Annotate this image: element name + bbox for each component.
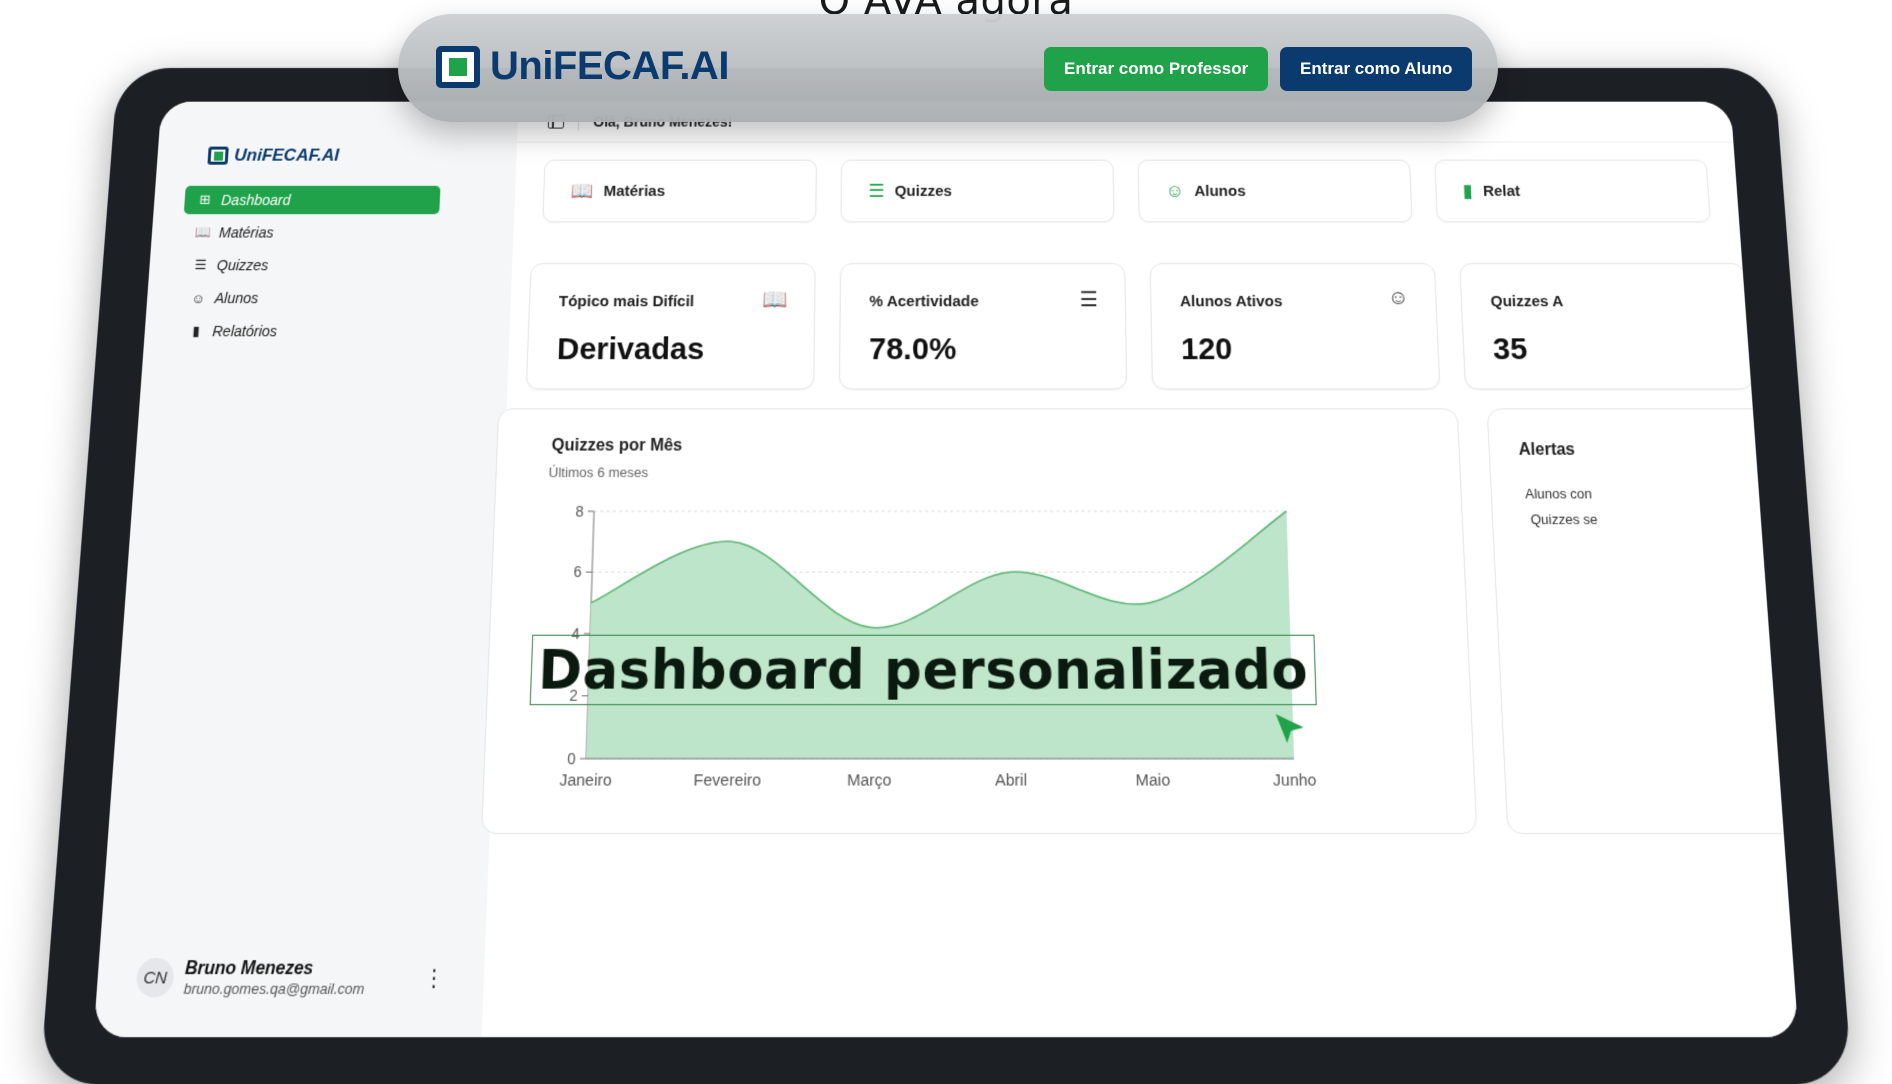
x-tick-label: Junho (1273, 771, 1317, 790)
sidebar-brand: UniFECAF.AI (234, 146, 340, 166)
more-options-icon[interactable]: ⋮ (416, 963, 452, 992)
area-chart: 02468JaneiroFevereiroMarçoAbrilMaioJunho (482, 409, 1478, 835)
login-professor-button[interactable]: Entrar como Professor (1044, 47, 1268, 91)
tab-relatorios[interactable]: ▮ Relat (1434, 160, 1711, 223)
sidebar-item-label: Quizzes (216, 257, 269, 273)
sidebar-item-label: Alunos (214, 290, 259, 306)
stat-value: 78.0% (869, 332, 956, 367)
users-icon: ☺ (1387, 287, 1409, 311)
sidebar-item-materias[interactable]: 📖 Matérias (181, 218, 439, 247)
list-checks-icon: ☰ (868, 180, 884, 201)
stat-value: 120 (1181, 332, 1233, 367)
user-email: bruno.gomes.qa@gmail.com (183, 979, 416, 996)
app-screen: UniFECAF.AI ⊞ Dashboard 📖 Matérias ☰ Qui… (93, 102, 1798, 1037)
sidebar: UniFECAF.AI ⊞ Dashboard 📖 Matérias ☰ Qui… (93, 102, 518, 1037)
bar-chart-icon: ▮ (187, 323, 205, 340)
stat-label: Quizzes A (1490, 293, 1564, 311)
users-icon: ☺ (190, 290, 207, 305)
sidebar-item-quizzes[interactable]: ☰ Quizzes (179, 251, 437, 280)
stat-label: Tópico mais Difícil (558, 293, 694, 311)
sidebar-item-dashboard[interactable]: ⊞ Dashboard (184, 186, 441, 214)
alerts-title: Alertas (1518, 441, 1575, 460)
book-open-icon: 📖 (570, 180, 593, 201)
floating-header: UniFECAF.AI Entrar como Professor Entrar… (398, 14, 1498, 122)
section-tabs: 📖 Matérias ☰ Quizzes ☺ Alunos ▮ Relat (542, 160, 1711, 223)
book-open-icon: 📖 (762, 287, 788, 313)
tab-alunos[interactable]: ☺ Alunos (1138, 160, 1413, 223)
tab-label: Alunos (1194, 182, 1246, 199)
tab-label: Relat (1483, 182, 1521, 199)
stat-card-quizzes: Quizzes A 35 (1459, 263, 1753, 389)
y-tick-label: 6 (573, 563, 582, 580)
brand-logo-icon (436, 46, 480, 88)
y-tick-label: 0 (567, 750, 576, 768)
main-content: Olá, Bruno Menezes! 📖 Matérias ☰ Quizzes… (482, 102, 1799, 1037)
list-checks-icon: ☰ (192, 257, 209, 273)
sidebar-item-label: Dashboard (221, 192, 291, 208)
sidebar-item-label: Matérias (218, 224, 274, 240)
x-tick-label: Janeiro (559, 771, 612, 790)
brand-logo-icon (207, 147, 228, 165)
header-logo[interactable]: UniFECAF.AI (436, 44, 729, 89)
alert-line[interactable]: Quizzes se (1530, 511, 1598, 527)
login-aluno-button[interactable]: Entrar como Aluno (1280, 47, 1472, 91)
user-profile[interactable]: CN Bruno Menezes bruno.gomes.qa@gmail.co… (135, 949, 453, 1007)
users-icon: ☺ (1165, 180, 1184, 201)
book-open-icon: 📖 (194, 224, 211, 240)
tab-label: Matérias (603, 182, 665, 199)
stat-card-acertividade: % Acertividade ☰ 78.0% (839, 263, 1127, 389)
user-name: Bruno Menezes (184, 958, 417, 979)
bar-chart-icon: ▮ (1462, 180, 1473, 201)
tab-label: Quizzes (895, 182, 952, 199)
stats-row: Tópico mais Difícil 📖 Derivadas % Acerti… (526, 263, 1754, 389)
overlay-caption: Dashboard personalizado (530, 635, 1317, 706)
sidebar-item-label: Relatórios (212, 323, 278, 340)
chart-card: Quizzes por Mês Últimos 6 meses 02468Jan… (481, 408, 1477, 834)
stat-label: Alunos Ativos (1180, 293, 1283, 311)
list-checks-icon: ☰ (1080, 287, 1099, 313)
user-info: Bruno Menezes bruno.gomes.qa@gmail.com (183, 958, 417, 996)
x-tick-label: Março (847, 771, 892, 790)
stat-value: Derivadas (556, 332, 704, 367)
tab-materias[interactable]: 📖 Matérias (542, 160, 817, 223)
header-brand: UniFECAF.AI (490, 44, 729, 89)
tablet-device: UniFECAF.AI ⊞ Dashboard 📖 Matérias ☰ Qui… (40, 68, 1853, 1084)
cursor-arrow-icon (1271, 710, 1308, 748)
layout-grid-icon: ⊞ (196, 192, 213, 208)
sidebar-logo[interactable]: UniFECAF.AI (207, 146, 339, 166)
x-tick-label: Maio (1135, 771, 1170, 790)
stat-label: % Acertividade (869, 293, 978, 311)
y-tick-label: 8 (575, 503, 584, 520)
tab-quizzes[interactable]: ☰ Quizzes (841, 160, 1115, 223)
alert-line[interactable]: Alunos con (1525, 486, 1593, 502)
x-tick-label: Fevereiro (693, 771, 761, 790)
stat-card-topico: Tópico mais Difícil 📖 Derivadas (526, 263, 816, 389)
stat-card-alunos-ativos: Alunos Ativos ☺ 120 (1150, 263, 1441, 389)
avatar: CN (135, 958, 175, 998)
sidebar-item-alunos[interactable]: ☺ Alunos (177, 284, 436, 313)
alerts-card: Alertas Alunos con Quizzes se (1487, 408, 1799, 834)
sidebar-item-relatorios[interactable]: ▮ Relatórios (175, 317, 435, 346)
sidebar-nav: ⊞ Dashboard 📖 Matérias ☰ Quizzes ☺ Aluno… (174, 186, 440, 350)
x-tick-label: Abril (995, 771, 1027, 790)
stat-value: 35 (1492, 332, 1528, 367)
